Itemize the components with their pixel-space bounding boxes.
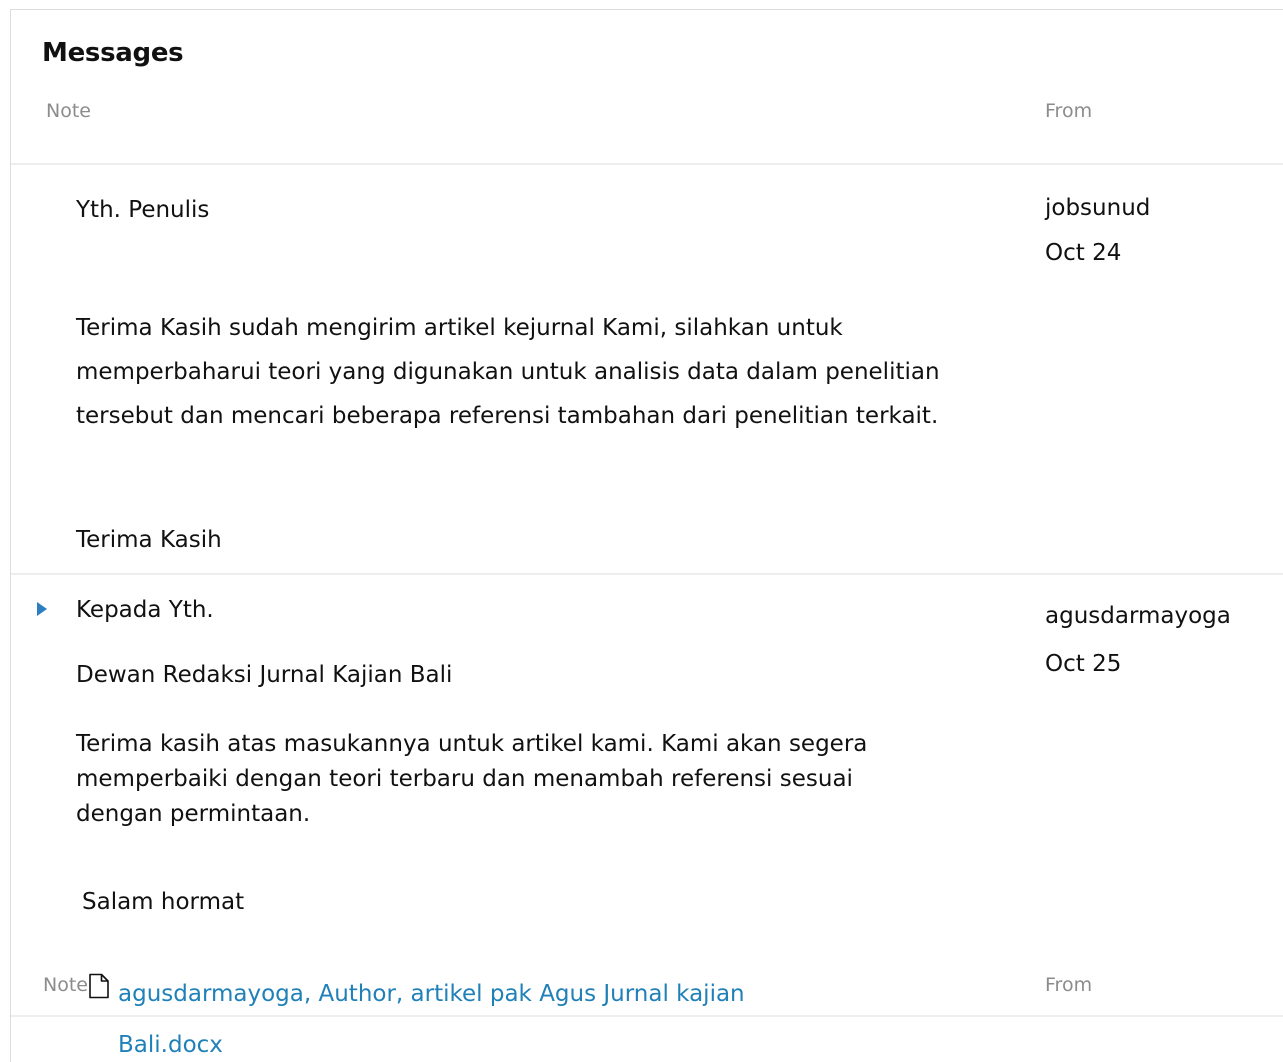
file-icon: [88, 973, 110, 999]
message-author: agusdarmayoga: [1045, 603, 1231, 629]
message-date: Oct 25: [1045, 651, 1122, 677]
column-header-from: From: [1045, 100, 1093, 122]
message-closing: Terima Kasih: [76, 527, 222, 553]
column-header-note: Note: [46, 100, 91, 122]
message-closing: Salam hormat: [82, 889, 245, 915]
row-divider: [11, 573, 1283, 575]
page-title: Messages: [42, 38, 184, 68]
message-body: Terima kasih atas masukannya untuk artik…: [76, 731, 868, 827]
message-greeting: Kepada Yth.: [76, 597, 214, 623]
message-author: jobsunud: [1045, 195, 1151, 221]
footer-column-note: Note: [43, 974, 88, 996]
message-recipient: Dewan Redaksi Jurnal Kajian Bali: [76, 662, 453, 688]
attachment-link[interactable]: agusdarmayoga, Author, artikel pak Agus …: [118, 969, 838, 1062]
message-greeting: Yth. Penulis: [76, 197, 210, 223]
message-body: Terima Kasih sudah mengirim artikel keju…: [76, 315, 940, 429]
header-divider: [11, 163, 1283, 165]
message-date: Oct 24: [1045, 240, 1122, 266]
caret-right-icon[interactable]: [37, 602, 47, 616]
footer-column-from: From: [1045, 974, 1093, 996]
